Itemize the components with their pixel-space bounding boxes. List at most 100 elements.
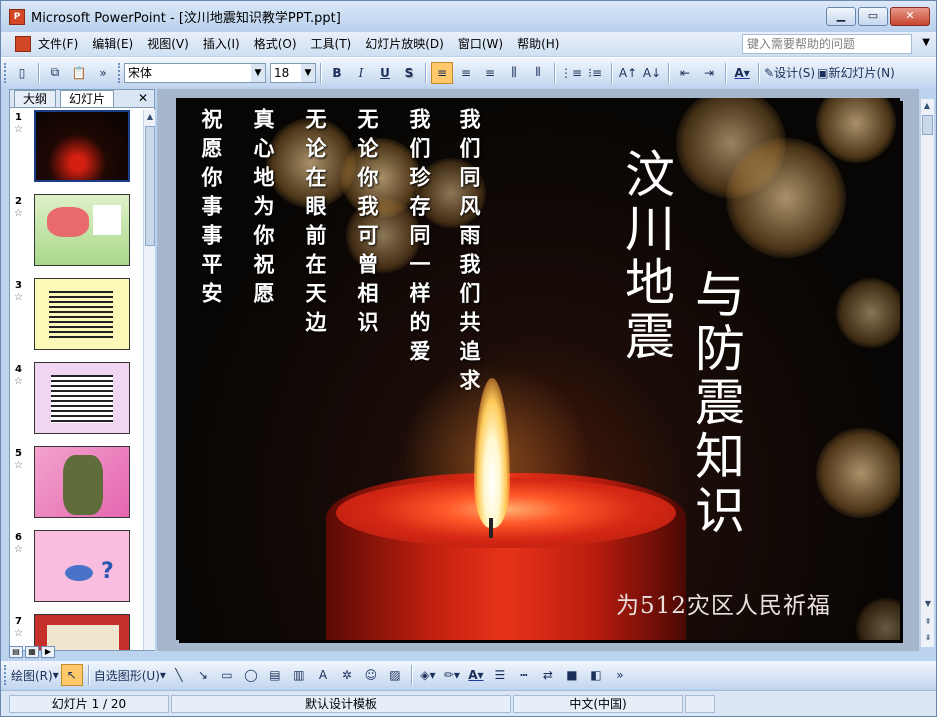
italic-button[interactable]: I bbox=[350, 62, 372, 84]
menu-tools[interactable]: 工具(T) bbox=[304, 33, 359, 55]
paste-icon[interactable]: 📋 bbox=[68, 62, 90, 84]
powerpoint-icon[interactable]: P bbox=[9, 8, 25, 25]
help-search-input[interactable]: 键入需要帮助的问题 bbox=[742, 34, 912, 54]
scroll-down-icon[interactable]: ▼ bbox=[922, 597, 934, 611]
previous-slide-icon[interactable]: ⇞ bbox=[922, 615, 934, 629]
diagram-icon[interactable]: ✲ bbox=[336, 664, 358, 686]
arrow-icon[interactable]: ↘ bbox=[192, 664, 214, 686]
toolbar-grip[interactable] bbox=[118, 62, 121, 83]
menu-window[interactable]: 窗口(W) bbox=[451, 33, 510, 55]
new-slide-button[interactable]: ▣ 新幻灯片(N) bbox=[817, 62, 895, 84]
shadow-style-icon[interactable]: ■ bbox=[561, 664, 583, 686]
clipart-icon[interactable]: ☺ bbox=[360, 664, 382, 686]
next-slide-icon[interactable]: ⇟ bbox=[922, 631, 934, 645]
vertical-textbox-icon[interactable]: ▥ bbox=[288, 664, 310, 686]
draw-label: 绘图(R) bbox=[11, 668, 53, 683]
menu-bar: 文件(F) 编辑(E) 视图(V) 插入(I) 格式(O) 工具(T) 幻灯片放… bbox=[1, 32, 936, 56]
autoshapes-menu[interactable]: 自选图形(U) ▾ bbox=[94, 664, 166, 686]
picture-icon[interactable]: ▨ bbox=[384, 664, 406, 686]
scroll-thumb[interactable] bbox=[922, 115, 933, 135]
design-button[interactable]: ✎ 设计(S) bbox=[764, 62, 815, 84]
line-style-icon[interactable]: ☰ bbox=[489, 664, 511, 686]
menu-help[interactable]: 帮助(H) bbox=[510, 33, 566, 55]
toolbar-grip[interactable] bbox=[4, 665, 7, 685]
increase-indent-icon[interactable]: ⇥ bbox=[698, 62, 720, 84]
font-name-select[interactable]: 宋体 ▼ bbox=[124, 62, 266, 83]
align-center-icon[interactable]: ≡ bbox=[455, 62, 477, 84]
draw-menu[interactable]: 绘图(R) ▾ bbox=[11, 664, 59, 686]
bold-button[interactable]: B bbox=[326, 62, 348, 84]
underline-button[interactable]: U bbox=[374, 62, 396, 84]
arrow-style-icon[interactable]: ⇄ bbox=[537, 664, 559, 686]
thumb-number: 1 bbox=[15, 112, 22, 123]
menu-insert[interactable]: 插入(I) bbox=[196, 33, 247, 55]
decrease-indent-icon[interactable]: ⇤ bbox=[674, 62, 696, 84]
maximize-button[interactable]: ▭ bbox=[858, 7, 888, 26]
menu-format[interactable]: 格式(O) bbox=[247, 33, 304, 55]
close-button[interactable]: ✕ bbox=[890, 7, 930, 26]
chevron-down-icon: ▾ bbox=[52, 668, 59, 682]
toolbar-options-icon[interactable]: » bbox=[92, 62, 114, 84]
slide-canvas[interactable]: 我们同风雨我们共追求 我们珍存同一样的爱 无论你我可曾相识 无论在眼前在天边 真… bbox=[176, 98, 900, 640]
align-right-icon[interactable]: ≡ bbox=[479, 62, 501, 84]
animation-star-icon: ☆ bbox=[14, 124, 23, 135]
editor-scrollbar[interactable]: ▲ ▼ ⇞ ⇟ bbox=[920, 99, 934, 647]
textbox-icon[interactable]: ▤ bbox=[264, 664, 286, 686]
select-pointer-icon[interactable]: ↖ bbox=[60, 664, 83, 686]
rectangle-icon[interactable]: ▭ bbox=[216, 664, 238, 686]
bullet-list-icon[interactable]: ⁝≡ bbox=[584, 62, 606, 84]
numbered-list-icon[interactable]: ⋮≡ bbox=[560, 62, 582, 84]
thumb-number: 2 bbox=[15, 196, 22, 207]
slide-thumbnail-2[interactable]: 2 ☆ bbox=[12, 194, 140, 272]
dash-style-icon[interactable]: ┅ bbox=[513, 664, 535, 686]
copy-icon[interactable]: ⧉ bbox=[44, 62, 66, 84]
chevron-down-icon[interactable]: ▼ bbox=[922, 37, 930, 48]
align-left-icon[interactable]: ≡ bbox=[431, 61, 453, 84]
columns-icon[interactable]: ⦀ bbox=[527, 62, 549, 84]
thumb-number: 4 bbox=[15, 364, 22, 375]
menu-edit[interactable]: 编辑(E) bbox=[85, 33, 140, 55]
oval-icon[interactable]: ◯ bbox=[240, 664, 262, 686]
slide-thumbnail-7[interactable]: 7 ☆ bbox=[12, 614, 140, 650]
shadow-button[interactable]: S bbox=[398, 62, 420, 84]
slide-thumbnail-1[interactable]: 1 ☆ bbox=[12, 110, 140, 188]
slide-sorter-icon[interactable]: ▦ bbox=[25, 646, 39, 658]
menu-file[interactable]: 文件(F) bbox=[31, 33, 85, 55]
wordart-icon[interactable]: A bbox=[312, 664, 334, 686]
font-color-icon[interactable]: A▾ bbox=[731, 62, 753, 84]
line-color-icon[interactable]: ✏▾ bbox=[441, 664, 463, 686]
tab-outline[interactable]: 大纲 bbox=[14, 90, 57, 107]
increase-font-icon[interactable]: A↑ bbox=[617, 62, 639, 84]
toolbar-options-icon[interactable]: » bbox=[609, 664, 631, 686]
chevron-down-icon[interactable]: ▼ bbox=[301, 63, 315, 82]
font-color-icon[interactable]: A▾ bbox=[465, 664, 487, 686]
new-slide-icon: ▣ bbox=[817, 65, 829, 80]
font-size-select[interactable]: 18 ▼ bbox=[270, 62, 316, 83]
chevron-down-icon[interactable]: ▼ bbox=[251, 63, 265, 82]
line-icon[interactable]: ╲ bbox=[168, 664, 190, 686]
normal-view-icon[interactable]: ▤ bbox=[9, 646, 23, 658]
poem-line-6: 祝愿你事事平安 bbox=[199, 108, 224, 311]
slideshow-icon[interactable]: ▶ bbox=[41, 646, 55, 658]
menu-slideshow[interactable]: 幻灯片放映(D) bbox=[358, 33, 451, 55]
slide-thumbnail-4[interactable]: 4 ☆ bbox=[12, 362, 140, 440]
3d-style-icon[interactable]: ◧ bbox=[585, 664, 607, 686]
minimize-button[interactable]: ▁ bbox=[826, 7, 856, 26]
animation-star-icon: ☆ bbox=[14, 628, 23, 639]
document-icon[interactable] bbox=[15, 36, 31, 52]
menu-view[interactable]: 视图(V) bbox=[140, 33, 196, 55]
thumbnail-scrollbar[interactable]: ▲ bbox=[143, 110, 155, 650]
scroll-up-icon[interactable]: ▲ bbox=[144, 110, 156, 124]
slide-thumbnail-5[interactable]: 5 ☆ bbox=[12, 446, 140, 524]
slide-thumbnail-3[interactable]: 3 ☆ bbox=[12, 278, 140, 356]
decrease-font-icon[interactable]: A↓ bbox=[641, 62, 663, 84]
fill-color-icon[interactable]: ◈▾ bbox=[417, 664, 439, 686]
new-document-icon[interactable]: ▯ bbox=[11, 62, 33, 84]
tab-slides[interactable]: 幻灯片 bbox=[60, 90, 115, 107]
slide-editor: 我们同风雨我们共追求 我们珍存同一样的爱 无论你我可曾相识 无论在眼前在天边 真… bbox=[157, 89, 919, 651]
slide-thumbnail-6[interactable]: 6 ☆ ? bbox=[12, 530, 140, 608]
close-icon[interactable]: ✕ bbox=[138, 91, 148, 105]
distribute-icon[interactable]: ⫼ bbox=[503, 62, 525, 84]
toolbar-grip[interactable] bbox=[4, 62, 7, 83]
scroll-up-icon[interactable]: ▲ bbox=[921, 99, 933, 113]
